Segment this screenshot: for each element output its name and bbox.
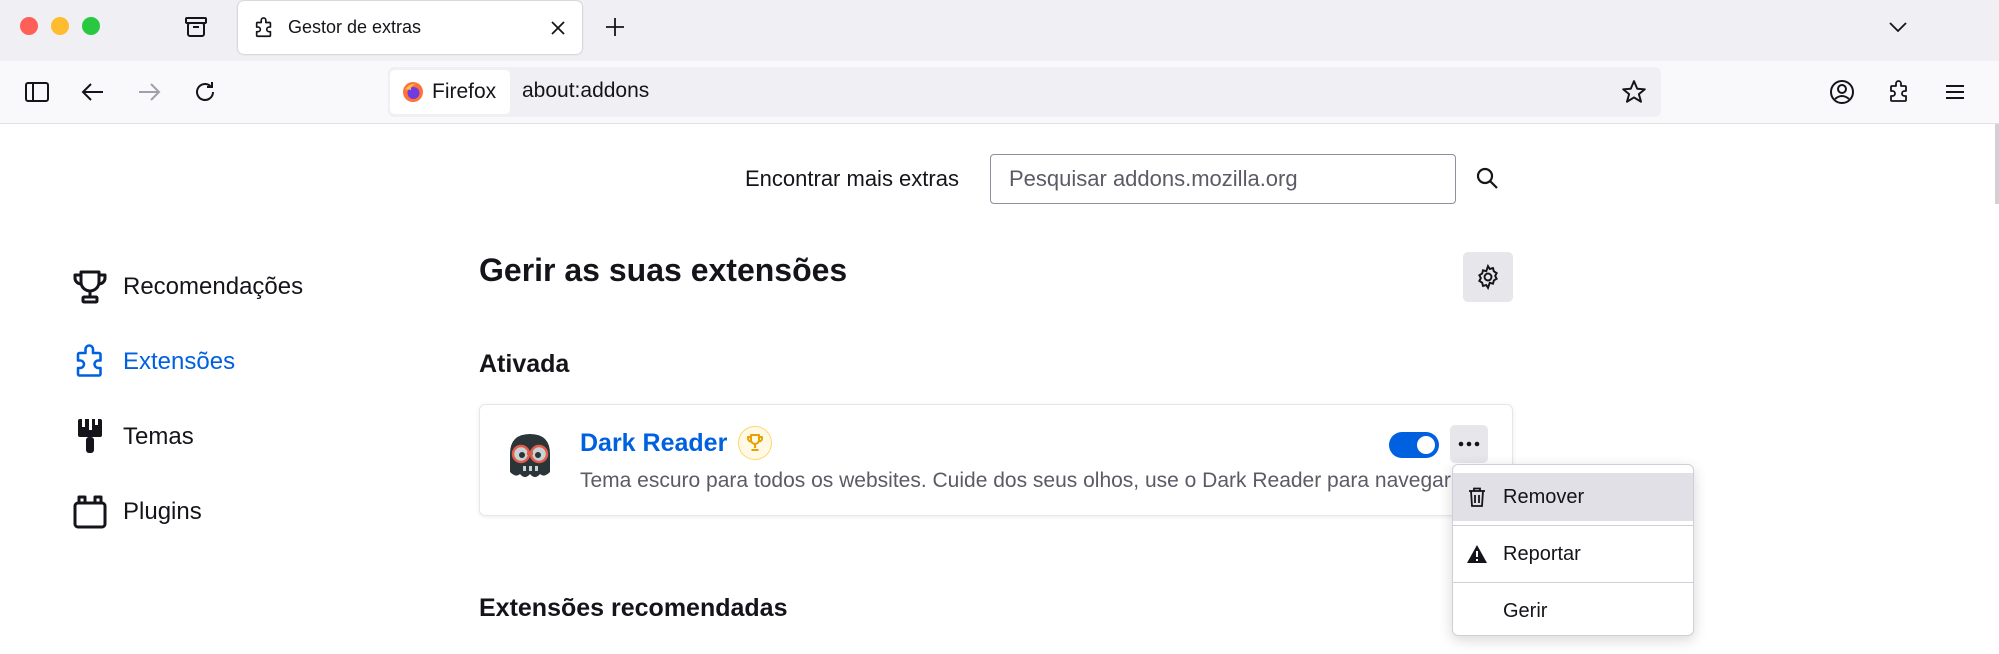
- search-input[interactable]: [991, 155, 1455, 203]
- sidebar-toggle-button[interactable]: [18, 73, 56, 111]
- firefox-logo-icon: [403, 82, 423, 102]
- addon-description: Tema escuro para todos os websites. Cuid…: [580, 469, 1512, 492]
- addon-name-link[interactable]: Dark Reader: [580, 429, 727, 458]
- url-bar[interactable]: Firefox about:addons: [388, 67, 1661, 117]
- trash-icon: [1465, 485, 1489, 509]
- tools-settings-button[interactable]: [1463, 252, 1513, 302]
- firefox-view-button[interactable]: [178, 12, 214, 42]
- window-edge-shadow: [1995, 124, 1999, 204]
- close-window-button[interactable]: [20, 17, 38, 35]
- forward-button[interactable]: [130, 73, 168, 111]
- more-dots-icon: [1458, 441, 1480, 447]
- firefox-view-icon: [185, 17, 207, 37]
- addon-enable-toggle[interactable]: [1389, 432, 1439, 458]
- account-button[interactable]: [1823, 73, 1861, 111]
- minimize-window-button[interactable]: [51, 17, 69, 35]
- find-more-label: Encontrar mais extras: [745, 166, 959, 191]
- addon-options-menu: Remover Reportar Gerir: [1452, 464, 1694, 636]
- sidebar-item-label: Extensões: [123, 347, 236, 375]
- sidebar-item-extensions[interactable]: Extensões: [70, 324, 370, 399]
- menu-item-report[interactable]: Reportar: [1453, 530, 1693, 578]
- page-title: Gerir as suas extensões: [479, 252, 848, 288]
- tab-addons-manager[interactable]: Gestor de extras: [238, 1, 582, 54]
- menu-item-label: Remover: [1503, 485, 1585, 508]
- menu-item-label: Gerir: [1503, 599, 1548, 622]
- puzzle-icon: [70, 342, 110, 382]
- account-icon: [1830, 80, 1854, 104]
- arrow-left-icon: [81, 83, 103, 101]
- bookmark-star-button[interactable]: [1619, 77, 1649, 107]
- app-menu-button[interactable]: [1936, 73, 1974, 111]
- gear-icon: [1478, 264, 1498, 290]
- categories-sidebar: Recomendações Extensões Temas Plugins: [70, 249, 370, 549]
- menu-separator: [1453, 525, 1693, 526]
- back-button[interactable]: [74, 73, 112, 111]
- identity-box[interactable]: Firefox: [390, 70, 511, 114]
- toggle-knob: [1417, 436, 1435, 454]
- tab-close-button[interactable]: [544, 14, 572, 42]
- menu-item-manage[interactable]: Gerir: [1453, 587, 1693, 635]
- reload-button[interactable]: [186, 73, 224, 111]
- paintbrush-icon: [70, 417, 110, 457]
- search-button[interactable]: [1472, 163, 1502, 193]
- list-all-tabs-button[interactable]: [1880, 10, 1916, 44]
- navigation-toolbar: Firefox about:addons: [0, 61, 1999, 124]
- reload-icon: [196, 82, 214, 101]
- extensions-button[interactable]: [1880, 73, 1918, 111]
- recommended-section-heading: Extensões recomendadas: [479, 594, 788, 622]
- chevron-down-icon: [1889, 22, 1907, 33]
- new-tab-button[interactable]: [598, 10, 632, 44]
- tab-title: Gestor de extras: [288, 17, 422, 37]
- sidebar-item-label: Plugins: [123, 497, 202, 525]
- star-icon: [1622, 80, 1646, 103]
- close-icon: [551, 20, 565, 35]
- addons-search-field[interactable]: [990, 154, 1456, 204]
- menu-separator: [1453, 582, 1693, 583]
- menu-item-remove[interactable]: Remover: [1453, 473, 1693, 521]
- addon-card-dark-reader[interactable]: Dark Reader Tema escuro para todos os we…: [479, 404, 1513, 516]
- url-text[interactable]: about:addons: [522, 79, 649, 103]
- identity-label: Firefox: [432, 80, 497, 103]
- addons-page: Encontrar mais extras Recomendações: [0, 124, 1999, 654]
- sidebar-item-label: Temas: [123, 422, 194, 450]
- sidebar-icon: [25, 82, 49, 102]
- menu-item-label: Reportar: [1503, 542, 1581, 565]
- enabled-section-heading: Ativada: [479, 350, 570, 378]
- hamburger-menu-icon: [1946, 85, 1964, 99]
- sidebar-item-plugins[interactable]: Plugins: [70, 474, 370, 549]
- sidebar-item-label: Recomendações: [123, 272, 304, 300]
- recommended-trophy-icon: [747, 434, 763, 451]
- dark-reader-icon: [510, 434, 550, 477]
- puzzle-icon: [1890, 80, 1907, 102]
- warning-icon: [1465, 542, 1489, 566]
- arrow-right-icon: [139, 83, 161, 101]
- trophy-icon: [70, 267, 110, 307]
- puzzle-icon: [252, 16, 276, 40]
- plugin-icon: [70, 492, 110, 532]
- more-options-button[interactable]: [1450, 425, 1488, 463]
- sidebar-item-recommendations[interactable]: Recomendações: [70, 249, 370, 324]
- recommended-badge[interactable]: [738, 426, 772, 460]
- sidebar-item-themes[interactable]: Temas: [70, 399, 370, 474]
- plus-icon: [606, 18, 624, 36]
- tab-strip: Gestor de extras: [0, 0, 1999, 61]
- zoom-window-button[interactable]: [82, 17, 100, 35]
- search-icon: [1476, 167, 1498, 189]
